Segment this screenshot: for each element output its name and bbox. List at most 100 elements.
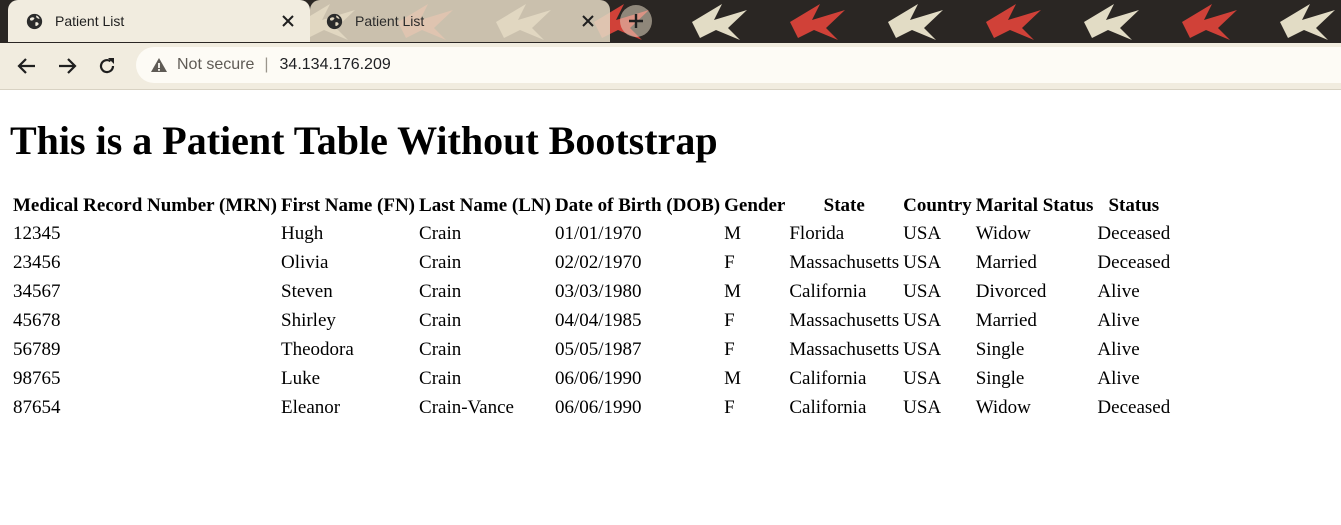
- table-cell: California: [789, 396, 867, 418]
- tab-patient-list-inactive[interactable]: Patient List: [310, 0, 610, 42]
- table-cell: Massachusetts: [789, 309, 900, 331]
- table-cell: M: [724, 280, 742, 302]
- browser-toolbar: Not secure | 34.134.176.209: [0, 43, 1341, 90]
- table-cell: Deceased: [1097, 251, 1171, 273]
- page-title: This is a Patient Table Without Bootstra…: [10, 118, 718, 163]
- forward-button[interactable]: [53, 52, 81, 80]
- table-cell: USA: [903, 396, 942, 418]
- table-cell: Crain: [419, 367, 462, 389]
- table-cell: Deceased: [1097, 396, 1171, 418]
- table-cell: Crain: [419, 309, 462, 331]
- table-cell: 03/03/1980: [554, 280, 642, 302]
- table-cell: Crain: [419, 338, 462, 360]
- table-cell: 87654: [13, 396, 61, 418]
- column-header: Last Name (LN): [419, 194, 551, 216]
- table-cell: Married: [975, 309, 1037, 331]
- table-row: 98765 Luke Crain 06/06/1990 M California USA Si…: [12, 365, 1171, 392]
- table-cell: F: [724, 396, 735, 418]
- table-cell: Alive: [1097, 280, 1140, 302]
- table-cell: F: [724, 338, 735, 360]
- crane-pattern-shape: [888, 4, 943, 40]
- table-cell: Single: [975, 338, 1025, 360]
- table-cell: Alive: [1097, 367, 1140, 389]
- close-tab-icon[interactable]: [580, 13, 596, 29]
- table-cell: Theodora: [281, 338, 354, 360]
- column-header: Country: [903, 194, 972, 216]
- table-body: 12345 Hugh Crain 01/01/1970 M Florida USA Widow…: [12, 220, 1171, 421]
- table-cell: Hugh: [281, 222, 324, 244]
- globe-icon: [326, 13, 343, 29]
- table-cell: 45678: [13, 309, 61, 331]
- table-cell: 23456: [13, 251, 61, 273]
- table-cell: Eleanor: [281, 396, 341, 418]
- column-header: Marital Status: [975, 194, 1094, 216]
- table-cell: Widow: [975, 222, 1031, 244]
- table-cell: M: [724, 222, 742, 244]
- table-cell: F: [724, 309, 735, 331]
- crane-pattern-shape: [692, 4, 747, 40]
- table-cell: 06/06/1990: [554, 367, 642, 389]
- table-cell: USA: [903, 280, 942, 302]
- table-cell: M: [724, 367, 742, 389]
- column-header: First Name (FN): [281, 194, 416, 216]
- table-cell: USA: [903, 222, 942, 244]
- address-bar[interactable]: Not secure | 34.134.176.209: [136, 47, 1341, 83]
- table-cell: Crain: [419, 222, 462, 244]
- reload-icon: [99, 58, 115, 74]
- table-cell: Crain: [419, 280, 462, 302]
- table-cell: Widow: [975, 396, 1031, 418]
- tab-strip: Patient List Patient List: [0, 0, 1341, 43]
- patient-table: Medical Record Number (MRN) First Name (F…: [10, 191, 1173, 423]
- table-cell: Alive: [1097, 338, 1140, 360]
- crane-pattern-shape: [1182, 4, 1237, 40]
- security-status[interactable]: Not secure: [177, 56, 254, 74]
- table-cell: 12345: [13, 222, 61, 244]
- table-cell: 34567: [13, 280, 61, 302]
- warning-icon[interactable]: [150, 56, 168, 74]
- table-cell: Shirley: [281, 309, 336, 331]
- back-button[interactable]: [13, 52, 41, 80]
- table-row: 12345 Hugh Crain 01/01/1970 M Florida USA Widow…: [12, 220, 1171, 247]
- table-cell: Deceased: [1097, 222, 1171, 244]
- column-header: Date of Birth (DOB): [554, 194, 721, 216]
- close-tab-icon[interactable]: [280, 13, 296, 29]
- reload-button[interactable]: [93, 52, 121, 80]
- table-cell: Steven: [281, 280, 333, 302]
- table-row: 34567 Steven Crain 03/03/1980 M California USA…: [12, 278, 1171, 305]
- table-cell: USA: [903, 309, 942, 331]
- table-row: 45678 Shirley Crain 04/04/1985 F Massachusett…: [12, 307, 1171, 334]
- table-cell: USA: [903, 367, 942, 389]
- url-text[interactable]: 34.134.176.209: [280, 56, 391, 74]
- table-cell: USA: [903, 251, 942, 273]
- table-cell: 98765: [13, 367, 61, 389]
- tab-title: Patient List: [355, 13, 425, 29]
- table-row: 56789 Theodora Crain 05/05/1987 F Massachuset…: [12, 336, 1171, 363]
- table-row: 87654 Eleanor Crain-Vance 06/06/1990 F Califo…: [12, 394, 1171, 421]
- table-cell: California: [789, 280, 867, 302]
- plus-icon: [629, 14, 643, 28]
- table-cell: 01/01/1970: [554, 222, 642, 244]
- table-cell: Divorced: [975, 280, 1047, 302]
- table-cell: 05/05/1987: [554, 338, 642, 360]
- crane-pattern-shape: [1280, 4, 1335, 40]
- crane-pattern-shape: [790, 4, 845, 40]
- table-cell: 56789: [13, 338, 61, 360]
- arrow-left-icon: [17, 58, 35, 74]
- new-tab-button[interactable]: [620, 5, 652, 37]
- table-cell: Married: [975, 251, 1037, 273]
- table-cell: Luke: [281, 367, 321, 389]
- column-header: Medical Record Number (MRN): [13, 194, 277, 216]
- arrow-right-icon: [59, 58, 77, 74]
- table-cell: Crain: [419, 251, 462, 273]
- table-cell: California: [789, 367, 867, 389]
- globe-icon: [26, 13, 43, 29]
- column-header: Status: [1108, 194, 1160, 216]
- tab-title: Patient List: [55, 13, 125, 29]
- table-cell: 04/04/1985: [554, 309, 642, 331]
- table-cell: F: [724, 251, 735, 273]
- table-cell: 02/02/1970: [554, 251, 642, 273]
- tab-patient-list-active[interactable]: Patient List: [8, 0, 310, 42]
- column-header: Gender: [724, 194, 786, 216]
- separator: |: [264, 56, 269, 73]
- crane-pattern-shape: [986, 4, 1041, 40]
